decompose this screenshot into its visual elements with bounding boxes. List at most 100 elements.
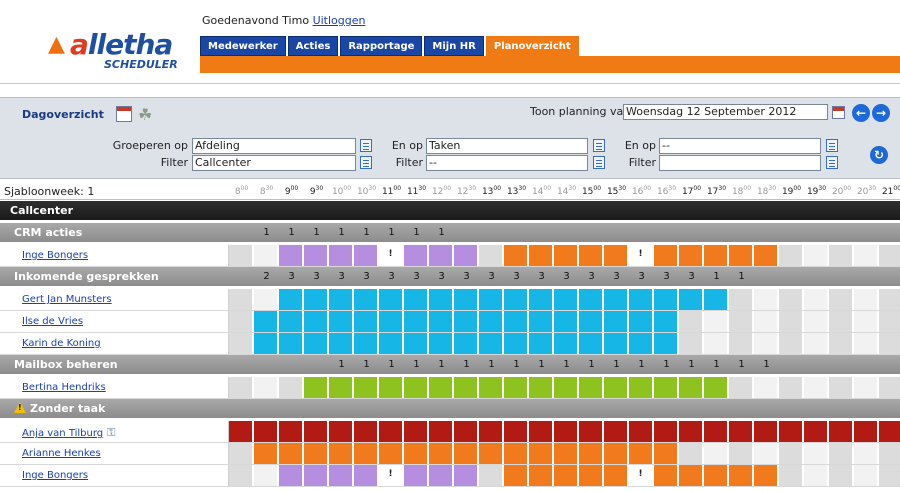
calendar-icon[interactable]	[116, 106, 132, 122]
schedule-slot[interactable]	[679, 377, 703, 398]
schedule-slot[interactable]	[654, 333, 678, 354]
schedule-slot[interactable]	[454, 443, 478, 464]
schedule-slot[interactable]	[754, 333, 778, 354]
schedule-slot[interactable]	[654, 465, 678, 486]
schedule-slot[interactable]	[479, 421, 503, 442]
schedule-slot[interactable]	[354, 443, 378, 464]
schedule-slot[interactable]	[279, 333, 303, 354]
schedule-slot[interactable]	[429, 289, 453, 310]
schedule-slot[interactable]	[654, 245, 678, 266]
logout-link[interactable]: Uitloggen	[313, 14, 366, 27]
schedule-slot[interactable]	[279, 465, 303, 486]
schedule-slot[interactable]	[604, 311, 628, 332]
schedule-slot[interactable]	[829, 377, 853, 398]
schedule-slot[interactable]	[754, 311, 778, 332]
schedule-slot[interactable]	[829, 311, 853, 332]
schedule-slot[interactable]	[504, 245, 528, 266]
schedule-slot[interactable]	[354, 465, 378, 486]
schedule-slot[interactable]	[404, 245, 428, 266]
schedule-slot[interactable]	[429, 311, 453, 332]
schedule-slot[interactable]	[529, 377, 553, 398]
schedule-slot[interactable]	[479, 333, 503, 354]
schedule-slot[interactable]	[804, 333, 828, 354]
filter2-field[interactable]: --	[426, 155, 588, 171]
schedule-slot[interactable]: !	[379, 465, 403, 486]
en-op2-list-icon[interactable]	[826, 139, 838, 152]
filter3-list-icon[interactable]	[826, 156, 838, 169]
schedule-slot[interactable]	[479, 377, 503, 398]
schedule-slot[interactable]	[679, 443, 703, 464]
schedule-slot[interactable]	[754, 443, 778, 464]
schedule-slot[interactable]	[654, 443, 678, 464]
schedule-slot[interactable]	[554, 465, 578, 486]
schedule-slot[interactable]	[404, 421, 428, 442]
schedule-slot[interactable]	[379, 311, 403, 332]
schedule-slot[interactable]	[804, 245, 828, 266]
schedule-slot[interactable]	[254, 311, 278, 332]
employee-name-link[interactable]: Gert Jan Munsters	[22, 294, 112, 305]
schedule-slot[interactable]	[504, 333, 528, 354]
schedule-slot[interactable]	[879, 377, 900, 398]
schedule-slot[interactable]	[804, 421, 828, 442]
tab-rapportage[interactable]: Rapportage	[340, 36, 423, 56]
schedule-slot[interactable]	[354, 289, 378, 310]
schedule-slot[interactable]	[679, 311, 703, 332]
filter-field[interactable]: Callcenter	[192, 155, 356, 171]
schedule-slot[interactable]	[529, 289, 553, 310]
schedule-slot[interactable]	[279, 289, 303, 310]
schedule-slot[interactable]	[629, 311, 653, 332]
schedule-slot[interactable]	[454, 377, 478, 398]
schedule-slot[interactable]	[729, 245, 753, 266]
schedule-slot[interactable]	[854, 245, 878, 266]
schedule-slot[interactable]	[579, 333, 603, 354]
employee-name-link[interactable]: Anja van Tilburg ⚿	[22, 426, 116, 440]
schedule-slot[interactable]	[229, 421, 253, 442]
schedule-slot[interactable]	[379, 421, 403, 442]
schedule-slot[interactable]	[529, 333, 553, 354]
schedule-slot[interactable]	[604, 333, 628, 354]
schedule-slot[interactable]	[454, 421, 478, 442]
schedule-slot[interactable]	[754, 421, 778, 442]
schedule-slot[interactable]	[329, 245, 353, 266]
vacation-icon[interactable]: ☘	[138, 105, 152, 124]
refresh-button[interactable]: ↻	[870, 146, 888, 164]
schedule-slot[interactable]	[304, 465, 328, 486]
schedule-slot[interactable]	[529, 443, 553, 464]
schedule-slot[interactable]	[854, 443, 878, 464]
schedule-slot[interactable]	[629, 443, 653, 464]
schedule-slot[interactable]	[729, 311, 753, 332]
schedule-slot[interactable]	[329, 421, 353, 442]
schedule-slot[interactable]	[304, 377, 328, 398]
schedule-slot[interactable]	[629, 289, 653, 310]
schedule-slot[interactable]	[704, 421, 728, 442]
schedule-slot[interactable]	[704, 245, 728, 266]
schedule-slot[interactable]	[454, 289, 478, 310]
schedule-slot[interactable]	[679, 245, 703, 266]
employee-name-link[interactable]: Inge Bongers	[22, 470, 88, 481]
schedule-slot[interactable]	[279, 377, 303, 398]
schedule-slot[interactable]	[229, 245, 253, 266]
schedule-slot[interactable]: !	[629, 245, 653, 266]
schedule-slot[interactable]	[279, 311, 303, 332]
schedule-slot[interactable]	[329, 311, 353, 332]
schedule-slot[interactable]	[729, 289, 753, 310]
schedule-slot[interactable]	[554, 245, 578, 266]
schedule-slot[interactable]	[704, 311, 728, 332]
schedule-slot[interactable]	[329, 465, 353, 486]
schedule-slot[interactable]	[429, 465, 453, 486]
schedule-slot[interactable]	[304, 289, 328, 310]
schedule-slot[interactable]	[879, 333, 900, 354]
schedule-slot[interactable]	[854, 421, 878, 442]
schedule-slot[interactable]	[829, 421, 853, 442]
schedule-slot[interactable]	[529, 421, 553, 442]
schedule-slot[interactable]	[579, 289, 603, 310]
schedule-slot[interactable]	[529, 245, 553, 266]
schedule-slot[interactable]	[879, 289, 900, 310]
schedule-slot[interactable]	[804, 377, 828, 398]
date-picker-icon[interactable]	[832, 106, 845, 119]
schedule-slot[interactable]: !	[379, 245, 403, 266]
group-field[interactable]: Afdeling	[192, 138, 356, 154]
schedule-slot[interactable]	[604, 377, 628, 398]
schedule-slot[interactable]	[579, 245, 603, 266]
schedule-slot[interactable]	[404, 289, 428, 310]
